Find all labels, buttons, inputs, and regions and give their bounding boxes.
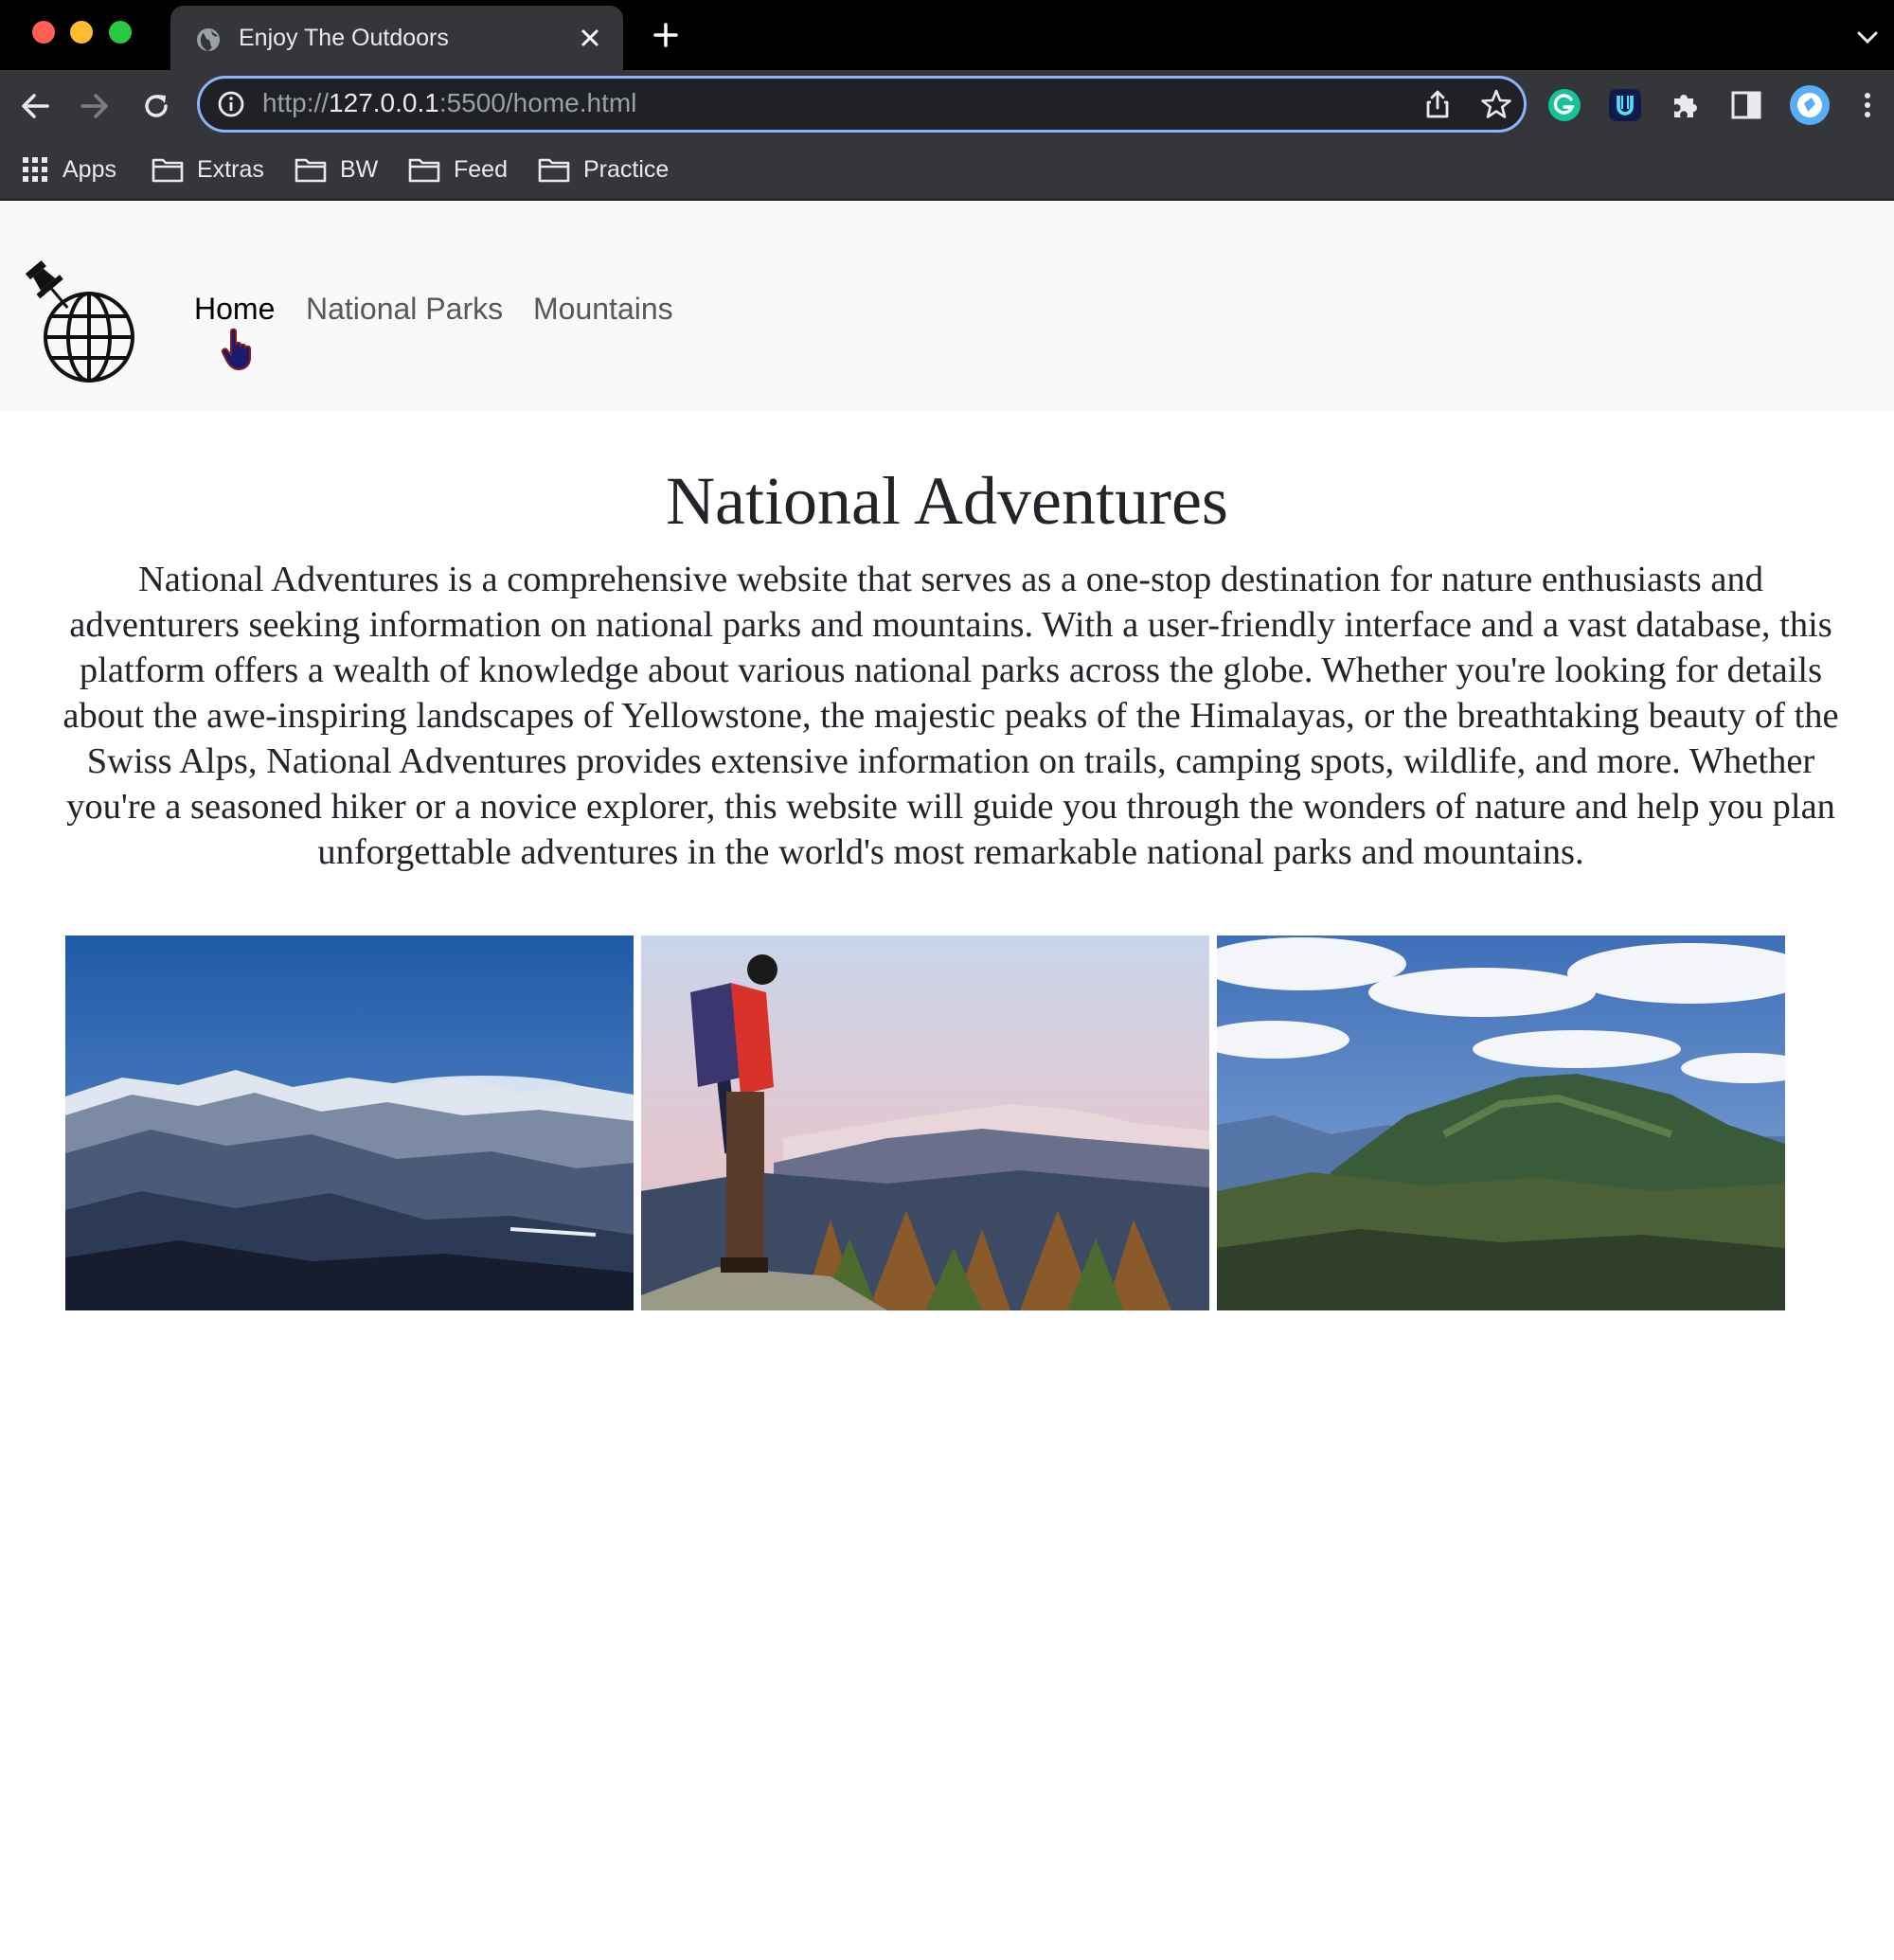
browser-toolbar: http://127.0.0.1:5500/home.html Apps Ext… — [0, 70, 1894, 208]
browser-tab[interactable]: Enjoy The Outdoors — [170, 6, 623, 70]
bookmark-label: Extras — [197, 155, 264, 183]
bookmark-label: BW — [340, 155, 379, 183]
apps-grid-icon — [23, 157, 47, 182]
globe-favicon-icon — [197, 28, 220, 51]
chevron-down-icon — [1857, 31, 1878, 45]
u-extension-icon[interactable] — [1606, 86, 1644, 124]
hand-pointer-cursor-icon — [221, 328, 251, 370]
browser-tab-bar: Enjoy The Outdoors — [0, 0, 1894, 70]
reload-button[interactable] — [137, 87, 175, 125]
folder-icon — [538, 158, 570, 183]
minimize-window-button[interactable] — [70, 21, 93, 44]
bookmark-extras[interactable]: Extras — [152, 151, 264, 187]
back-button[interactable] — [16, 87, 54, 125]
close-tab-button[interactable] — [574, 22, 606, 54]
url-text: http://127.0.0.1:5500/home.html — [262, 88, 636, 118]
url-scheme: http:// — [262, 88, 330, 117]
plus-icon — [653, 23, 678, 47]
page-title: National Adventures — [666, 463, 1228, 539]
extensions-puzzle-icon[interactable] — [1667, 86, 1705, 124]
folder-icon — [408, 158, 440, 183]
kebab-menu-icon[interactable] — [1858, 86, 1877, 124]
bookmark-feed[interactable]: Feed — [408, 151, 508, 187]
arrow-left-icon — [22, 94, 49, 118]
close-icon — [581, 29, 599, 46]
forward-button[interactable] — [76, 87, 114, 125]
reload-icon — [145, 95, 168, 117]
close-window-button[interactable] — [32, 21, 55, 44]
side-panel-icon[interactable] — [1727, 86, 1765, 124]
url-host: 127.0.0.1 — [329, 88, 439, 117]
tab-search-button[interactable] — [1852, 23, 1883, 53]
share-icon[interactable] — [1421, 88, 1454, 120]
bookmark-bw[interactable]: BW — [295, 151, 378, 187]
url-path: :5500/home.html — [438, 88, 637, 117]
photo-green-mountains — [1217, 935, 1785, 1310]
site-navbar: Home National Parks Mountains — [0, 201, 1894, 411]
site-info-icon[interactable] — [217, 90, 245, 118]
folder-icon — [152, 158, 184, 183]
grammarly-icon[interactable] — [1546, 86, 1583, 124]
new-tab-button[interactable] — [650, 19, 682, 51]
bookmark-star-icon[interactable] — [1480, 88, 1512, 120]
intro-paragraph: National Adventures is a comprehensive w… — [63, 560, 1839, 872]
bookmark-practice[interactable]: Practice — [538, 151, 669, 187]
nav-link-mountains[interactable]: Mountains — [533, 292, 673, 327]
bookmark-label: Apps — [63, 155, 116, 183]
photo-hiker-sunrise — [641, 935, 1209, 1310]
tab-title: Enjoy The Outdoors — [239, 25, 449, 51]
nav-link-national-parks[interactable]: National Parks — [306, 292, 503, 327]
maximize-window-button[interactable] — [109, 21, 132, 44]
bookmark-apps[interactable]: Apps — [21, 151, 116, 187]
profile-avatar-icon[interactable] — [1788, 83, 1831, 127]
photo-snowy-mountains — [65, 935, 634, 1310]
address-bar[interactable]: http://127.0.0.1:5500/home.html — [197, 76, 1527, 133]
nav-link-home[interactable]: Home — [194, 292, 275, 327]
folder-icon — [295, 158, 327, 183]
bookmarks-bar: Apps Extras BW Feed Practice — [0, 146, 1894, 193]
globe-pushpin-logo-icon[interactable] — [21, 248, 140, 386]
bookmark-label: Feed — [454, 155, 508, 183]
bookmark-label: Practice — [583, 155, 670, 183]
arrow-right-icon — [80, 94, 108, 118]
